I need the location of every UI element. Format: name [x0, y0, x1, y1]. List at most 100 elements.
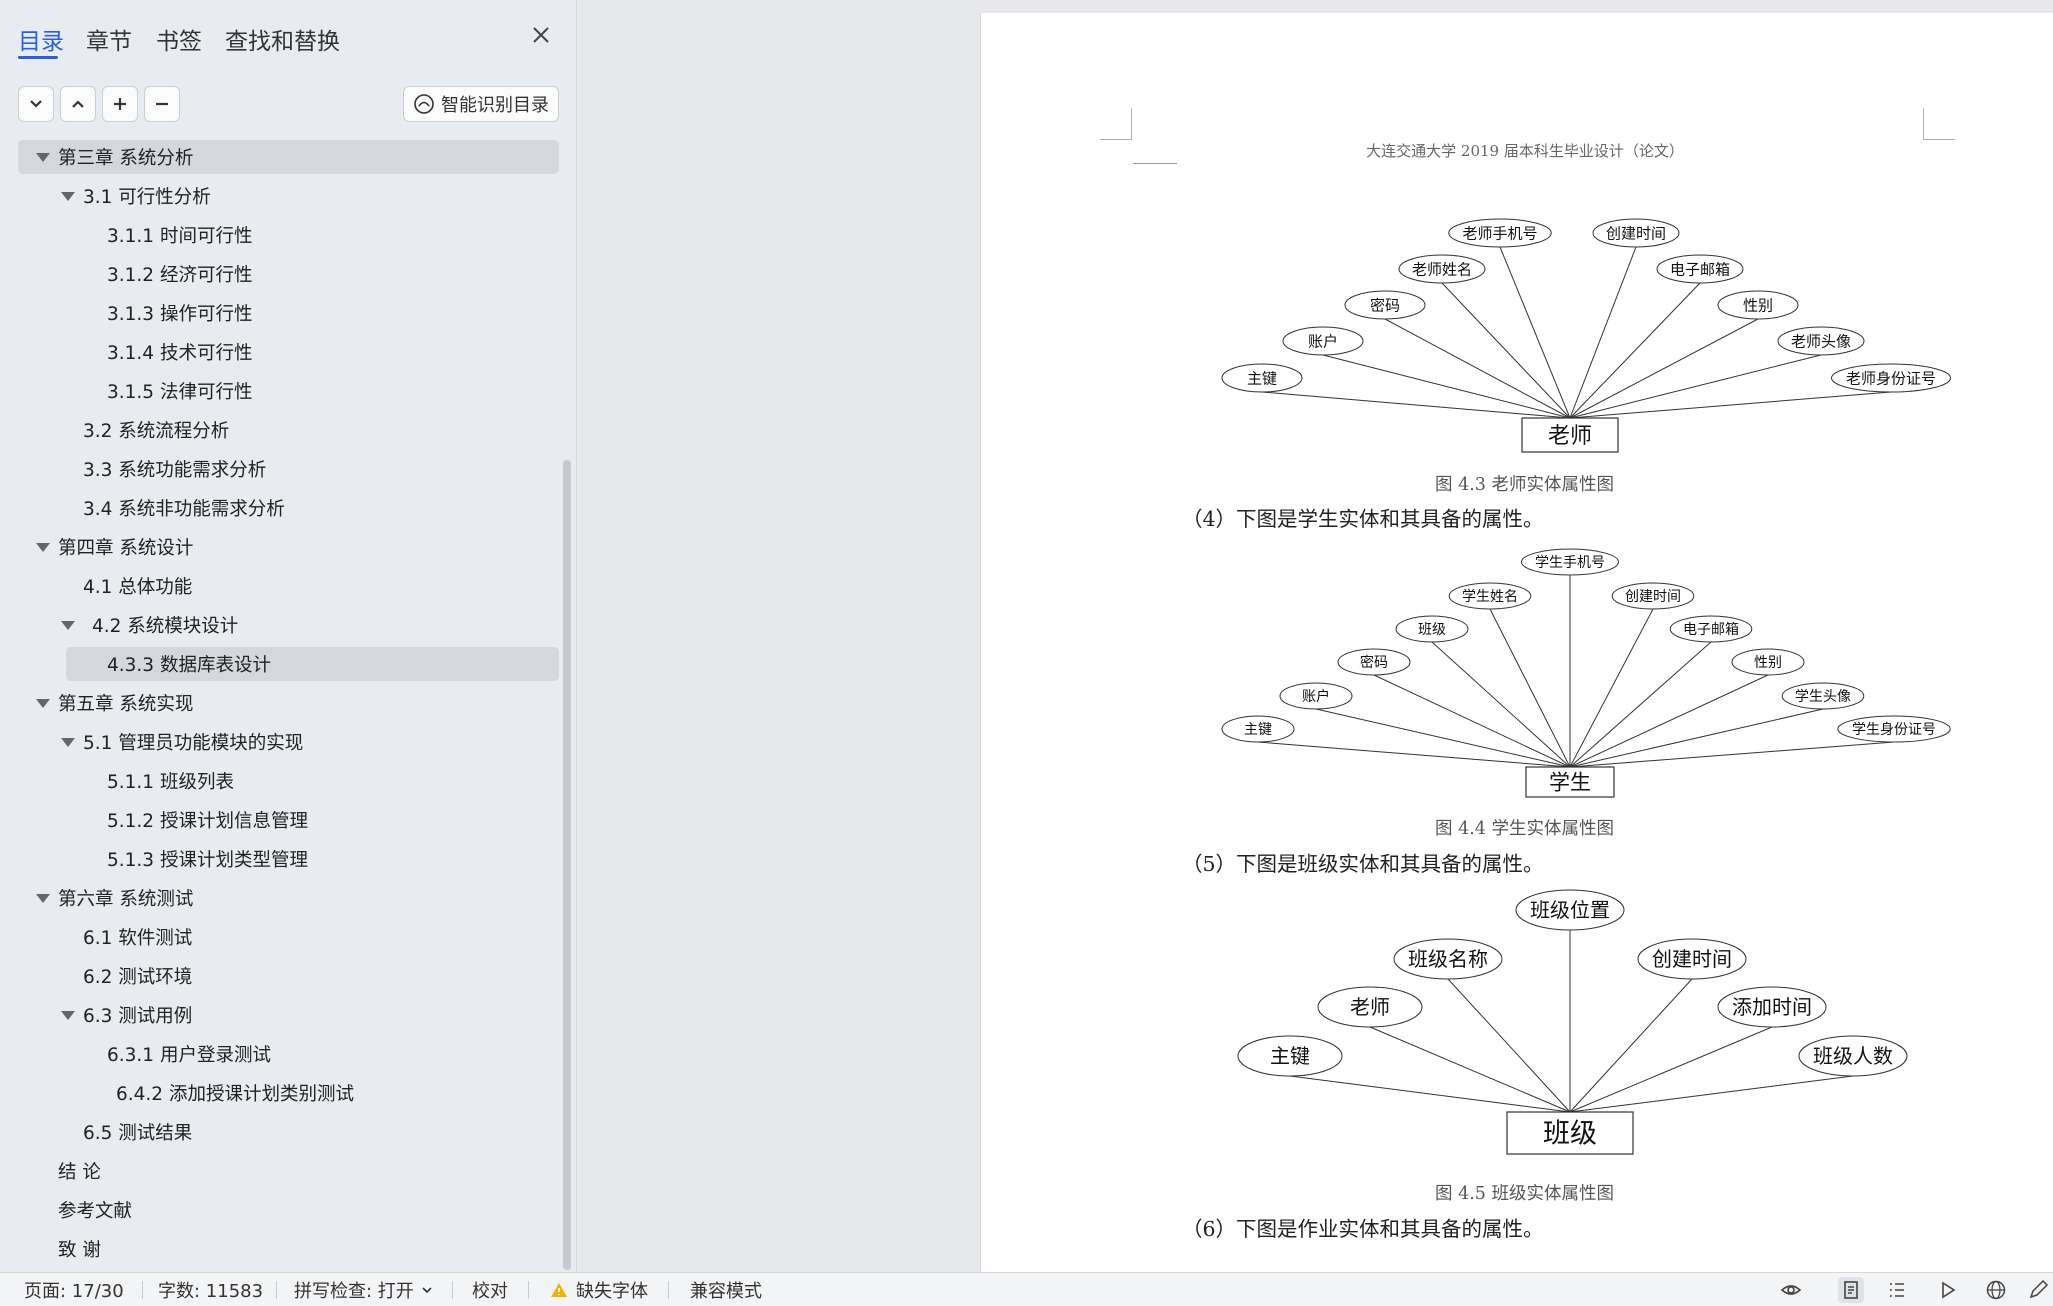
toc-item[interactable]: 6.5 测试结果: [83, 1115, 192, 1149]
caret-down-icon[interactable]: [36, 699, 50, 708]
toc-item[interactable]: 6.2 测试环境: [83, 959, 192, 993]
toc-item-label: 3.1.4 技术可行性: [107, 343, 253, 364]
toc-item[interactable]: 5.1 管理员功能模块的实现: [83, 725, 303, 759]
caret-down-icon[interactable]: [61, 738, 75, 747]
toc-item-label: 5.1.3 授课计划类型管理: [107, 850, 308, 871]
er-attribute: 性别: [1731, 648, 1805, 676]
toc-item[interactable]: 6.4.2 添加授课计划类别测试: [116, 1076, 354, 1110]
nav-scrollbar[interactable]: [563, 460, 571, 1270]
toc-item[interactable]: 6.1 软件测试: [83, 920, 192, 954]
toc-item[interactable]: 第三章 系统分析: [58, 140, 193, 174]
er-attribute: 创建时间: [1592, 218, 1680, 248]
add-heading-button[interactable]: [102, 86, 138, 122]
missing-font-button[interactable]: 缺失字体: [550, 1273, 648, 1306]
er-attribute: 学生头像: [1781, 682, 1865, 710]
toc-item-label: 3.4 系统非功能需求分析: [83, 499, 285, 520]
er-attribute: 班级人数: [1798, 1035, 1908, 1077]
eye-icon[interactable]: [1778, 1277, 1804, 1303]
tab-bookmarks[interactable]: 书签: [156, 22, 202, 56]
caret-down-icon[interactable]: [36, 153, 50, 162]
er-connector: [1257, 741, 1571, 768]
spell-check-toggle[interactable]: 拼写检查: 打开: [294, 1273, 434, 1306]
svg-text:创建时间: 创建时间: [1625, 589, 1681, 605]
svg-text:学生头像: 学生头像: [1795, 689, 1851, 705]
page-indicator[interactable]: 页面: 17/30: [24, 1273, 124, 1306]
er-connector: [1569, 391, 1892, 419]
svg-text:班级: 班级: [1543, 1119, 1597, 1150]
toc-item[interactable]: 第六章 系统测试: [58, 881, 193, 915]
toc-item[interactable]: 3.1.2 经济可行性: [107, 257, 252, 291]
toc-item[interactable]: 3.1.4 技术可行性: [107, 335, 252, 369]
toc-item-label: 5.1.1 班级列表: [107, 772, 234, 793]
caret-down-icon[interactable]: [36, 543, 50, 552]
tab-toc[interactable]: 目录: [18, 22, 64, 59]
figure-caption: 图 4.3 老师实体属性图: [1435, 475, 1614, 495]
missing-font-label: 缺失字体: [576, 1281, 648, 1302]
toc-item[interactable]: 结 论: [58, 1154, 101, 1188]
toc-item[interactable]: 5.1.2 授课计划信息管理: [107, 803, 308, 837]
svg-text:班级名称: 班级名称: [1408, 947, 1488, 971]
caret-down-icon[interactable]: [36, 894, 50, 903]
toc-item-label: 4.1 总体功能: [83, 577, 193, 598]
figure-caption: 图 4.4 学生实体属性图: [1435, 819, 1614, 839]
close-icon[interactable]: [528, 22, 554, 48]
toc-item[interactable]: 4.2 系统模块设计: [92, 608, 238, 642]
toc-item[interactable]: 第五章 系统实现: [58, 686, 193, 720]
caret-down-icon[interactable]: [61, 621, 75, 630]
svg-text:主键: 主键: [1244, 722, 1272, 738]
toc-item[interactable]: 3.1.3 操作可行性: [107, 296, 252, 330]
toc-item[interactable]: 参考文献: [58, 1193, 132, 1227]
er-attribute: 密码: [1337, 648, 1411, 676]
er-entity: 学生: [1525, 766, 1615, 798]
toc-item[interactable]: 3.4 系统非功能需求分析: [83, 491, 285, 525]
svg-text:电子邮箱: 电子邮箱: [1683, 622, 1739, 638]
toc-item-label: 第四章 系统设计: [58, 538, 194, 559]
toc-item-label: 第三章 系统分析: [58, 148, 194, 169]
toc-item-label: 6.4.2 添加授课计划类别测试: [116, 1084, 354, 1105]
caret-down-icon[interactable]: [61, 192, 75, 201]
toc-item[interactable]: 6.3 测试用例: [83, 998, 192, 1032]
toc-item[interactable]: 第四章 系统设计: [58, 530, 193, 564]
proofread-button[interactable]: 校对: [472, 1273, 508, 1306]
plus-icon: [114, 98, 126, 110]
tab-chapters[interactable]: 章节: [86, 22, 132, 56]
toc-item-label: 4.3.3 数据库表设计: [107, 655, 271, 676]
collapse-all-button[interactable]: [18, 86, 54, 122]
toc-item[interactable]: 5.1.1 班级列表: [107, 764, 234, 798]
crop-mark: [1100, 108, 1132, 140]
er-attribute: 添加时间: [1717, 986, 1827, 1028]
toc-item[interactable]: 致 谢: [58, 1232, 101, 1266]
word-count[interactable]: 字数: 11583: [158, 1273, 263, 1306]
compat-mode[interactable]: 兼容模式: [690, 1273, 762, 1306]
toc-item[interactable]: 3.3 系统功能需求分析: [83, 452, 266, 486]
toc-item[interactable]: 3.2 系统流程分析: [83, 413, 229, 447]
pen-icon[interactable]: [2025, 1277, 2051, 1303]
er-diagram-class: 主键 老师班级名称 班级位置创建时间添加时间班级人数班级: [1237, 889, 1908, 1155]
page-view-icon[interactable]: [1838, 1277, 1864, 1303]
svg-text:班级位置: 班级位置: [1530, 898, 1610, 922]
toc-item[interactable]: 3.1.1 时间可行性: [107, 218, 252, 252]
caret-down-icon[interactable]: [61, 1011, 75, 1020]
warning-icon: [551, 1283, 567, 1297]
chevron-up-icon: [72, 100, 84, 108]
svg-text:电子邮箱: 电子邮箱: [1670, 260, 1730, 278]
er-attribute: 账户: [1279, 682, 1353, 710]
toc-item[interactable]: 3.1 可行性分析: [83, 179, 211, 213]
globe-icon[interactable]: [1983, 1277, 2009, 1303]
tab-chapters-label: 章节: [86, 29, 132, 55]
play-icon[interactable]: [1935, 1277, 1961, 1303]
toc-item[interactable]: 5.1.3 授课计划类型管理: [107, 842, 308, 876]
er-attribute: 班级位置: [1515, 889, 1625, 931]
toc-item[interactable]: 3.1.5 法律可行性: [107, 374, 252, 408]
tab-find-replace[interactable]: 查找和替换: [225, 22, 340, 56]
er-connector: [1384, 318, 1571, 419]
toc-item[interactable]: 4.1 总体功能: [83, 569, 192, 603]
toc-item-label: 结 论: [58, 1162, 101, 1183]
outline-view-icon[interactable]: [1884, 1277, 1910, 1303]
er-attribute: 班级: [1395, 615, 1469, 643]
smart-toc-button[interactable]: 智能识别目录: [403, 86, 559, 122]
toc-item[interactable]: 6.3.1 用户登录测试: [107, 1037, 271, 1071]
remove-heading-button[interactable]: [144, 86, 180, 122]
expand-up-button[interactable]: [60, 86, 96, 122]
toc-item[interactable]: 4.3.3 数据库表设计: [107, 647, 271, 681]
